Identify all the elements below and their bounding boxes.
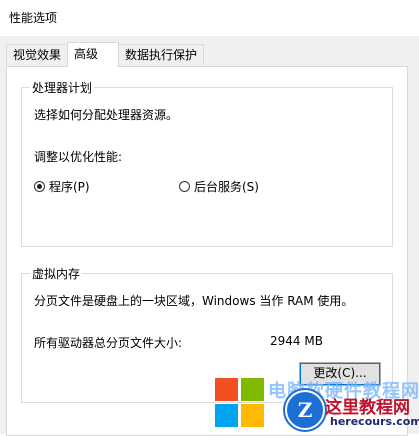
processor-scheduling-group: 处理器计划 选择如何分配处理器资源。 调整以优化性能: 程序(P) 后台服务(S…: [21, 79, 393, 247]
logo-yellow-square: [241, 404, 264, 427]
radio-programs-label: 程序(P): [49, 180, 90, 194]
watermark-badge: Z: [285, 390, 325, 430]
logo-red-square: [215, 378, 238, 401]
watermark: 电脑软硬件教程网 Z 这里教程网 herecours.com: [210, 370, 419, 434]
logo-blue-square: [215, 404, 238, 427]
processor-group-title: 处理器计划: [30, 79, 95, 96]
watermark-domain: herecours.com: [330, 415, 419, 428]
radio-programs-indicator[interactable]: [34, 181, 45, 192]
radio-programs[interactable]: 程序(P): [34, 178, 90, 195]
virtual-memory-group-title: 虚拟内存: [30, 265, 83, 282]
total-paging-value: 2944 MB: [270, 334, 323, 348]
tab-visual-effects[interactable]: 视觉效果: [6, 44, 68, 65]
windows-logo-icon: [215, 378, 265, 428]
window-title: 性能选项: [9, 11, 58, 25]
adjust-label: 调整以优化性能:: [34, 150, 123, 164]
total-paging-label: 所有驱动器总分页文件大小:: [34, 336, 183, 350]
tab-dep[interactable]: 数据执行保护: [118, 44, 204, 65]
radio-background-label: 后台服务(S): [194, 180, 259, 194]
processor-description: 选择如何分配处理器资源。: [34, 108, 179, 122]
logo-green-square: [241, 378, 264, 401]
virtual-memory-description: 分页文件是硬盘上的一块区域，Windows 当作 RAM 使用。: [34, 294, 354, 308]
radio-background-indicator[interactable]: [179, 181, 190, 192]
tab-advanced[interactable]: 高级: [67, 42, 119, 67]
title-bar: 性能选项: [0, 0, 419, 36]
radio-background-services[interactable]: 后台服务(S): [179, 178, 259, 195]
